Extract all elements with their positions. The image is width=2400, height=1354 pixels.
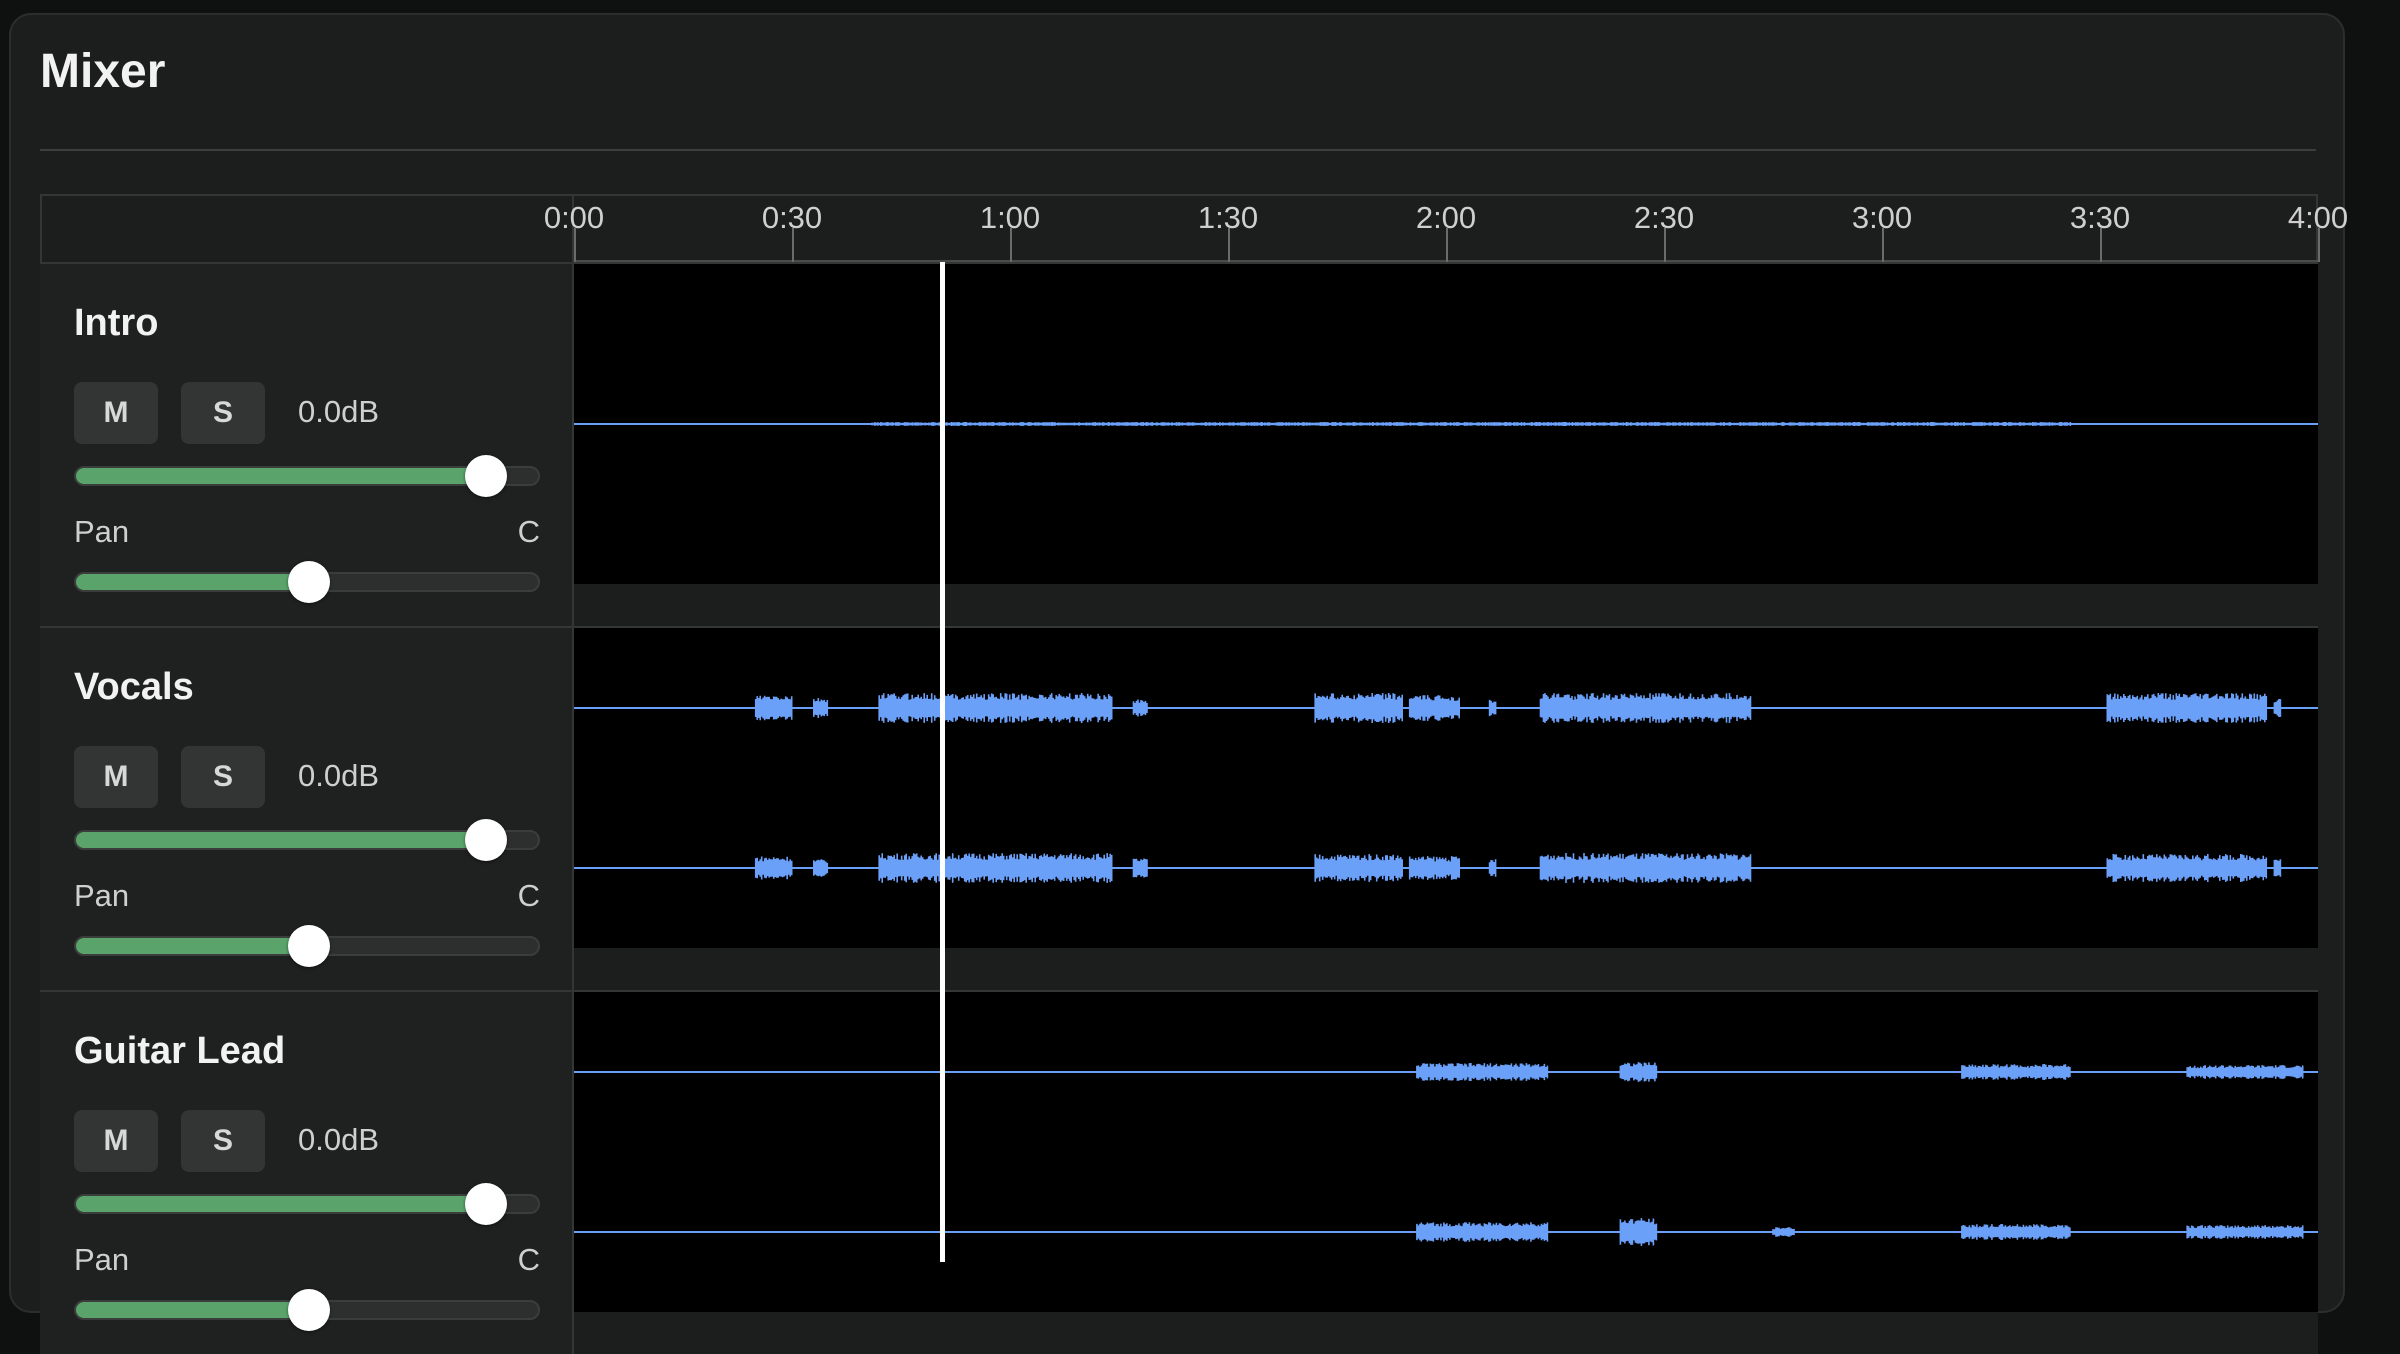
mute-button[interactable]: M (74, 1110, 158, 1172)
ruler-label: 4:00 (2287, 200, 2349, 235)
track-row: Vocals M S 0.0dB Pan C (40, 626, 2318, 990)
pan-slider[interactable] (74, 1289, 540, 1331)
waveform-region (754, 695, 793, 721)
ruler-label: 1:30 (1197, 200, 1259, 235)
ruler-label: 2:00 (1415, 200, 1477, 235)
pan-label: Pan (74, 878, 130, 913)
waveform-region (2186, 1225, 2304, 1239)
pan-value: C (517, 1242, 540, 1277)
waveform-region (2273, 859, 2282, 877)
waveform-region (1619, 1218, 1658, 1246)
volume-thumb[interactable] (465, 1183, 508, 1225)
pan-label: Pan (74, 1242, 130, 1277)
ruler-label: 3:30 (2069, 200, 2131, 235)
waveform-box[interactable] (574, 992, 2318, 1312)
waveform (574, 693, 2318, 883)
track-lane[interactable] (574, 992, 2318, 1354)
waveform-region (1619, 1062, 1658, 1082)
ruler-label: 2:30 (1633, 200, 1695, 235)
ruler-label: 0:00 (543, 200, 605, 235)
ruler-corner (40, 194, 574, 262)
waveform-region (1539, 853, 1752, 883)
timeline-ruler[interactable]: 0:00 0:30 1:00 1:30 2:00 2:30 3:00 3:30 4:00 (544, 194, 2348, 262)
solo-button[interactable]: S (181, 746, 265, 808)
waveform-region (1132, 858, 1148, 878)
track-lane[interactable] (574, 264, 2318, 626)
waveform-region (1961, 1224, 2071, 1240)
pan-label: Pan (74, 514, 130, 549)
pan-thumb[interactable] (288, 1289, 330, 1331)
waveform-region (1314, 854, 1403, 882)
volume-slider[interactable] (74, 1183, 540, 1225)
track-row: Guitar Lead M S 0.0dB Pan C (40, 990, 2318, 1354)
waveform-region (813, 698, 829, 718)
pan-fill (76, 574, 309, 590)
page-title: Mixer (40, 45, 166, 98)
mute-button[interactable]: M (74, 382, 158, 444)
waveform-region (813, 859, 829, 877)
track-name: Intro (74, 302, 159, 344)
volume-slider[interactable] (74, 455, 540, 497)
waveform-region (2186, 1065, 2304, 1079)
waveform-region (1132, 699, 1148, 717)
pan-thumb[interactable] (288, 925, 330, 967)
waveform-region (1539, 693, 1752, 723)
playhead[interactable] (940, 262, 945, 1262)
pan-value: C (517, 514, 540, 549)
track-controls: Guitar Lead M S 0.0dB Pan C (40, 992, 574, 1354)
waveform-box[interactable] (574, 264, 2318, 584)
waveform (574, 422, 2318, 426)
mute-button[interactable]: M (74, 746, 158, 808)
track-controls: Intro M S 0.0dB Pan C (40, 264, 574, 626)
volume-fill (76, 1196, 487, 1212)
ruler-label: 0:30 (761, 200, 823, 235)
waveform-region (1408, 695, 1460, 721)
waveform-region (1408, 856, 1460, 880)
waveform-region (2273, 699, 2282, 717)
track-controls: Vocals M S 0.0dB Pan C (40, 628, 574, 990)
divider (40, 149, 2316, 151)
ruler-label: 3:00 (1851, 200, 1913, 235)
waveform-box[interactable] (574, 628, 2318, 948)
waveform-region (1416, 1222, 1549, 1242)
volume-fill (76, 468, 487, 484)
track-row: Intro M S 0.0dB Pan C (40, 262, 2318, 626)
pan-fill (76, 938, 309, 954)
volume-thumb[interactable] (465, 819, 508, 861)
waveform-region (1961, 1064, 2071, 1080)
waveform-region (1488, 699, 1497, 717)
waveform-region (754, 856, 793, 880)
waveform-region (2106, 854, 2268, 882)
waveform-region (878, 693, 1113, 723)
solo-button[interactable]: S (181, 382, 265, 444)
gain-readout: 0.0dB (298, 758, 380, 793)
waveform (574, 1062, 2318, 1246)
waveform-region (1772, 1227, 1795, 1237)
volume-slider[interactable] (74, 819, 540, 861)
pan-slider[interactable] (74, 925, 540, 967)
track-name: Vocals (74, 666, 194, 708)
solo-button[interactable]: S (181, 1110, 265, 1172)
volume-fill (76, 832, 487, 848)
pan-fill (76, 1302, 309, 1318)
ruler-label: 1:00 (979, 200, 1041, 235)
track-lane[interactable] (574, 628, 2318, 990)
volume-thumb[interactable] (465, 455, 508, 497)
pan-value: C (517, 878, 540, 913)
waveform-region (1416, 1063, 1549, 1081)
gain-readout: 0.0dB (298, 394, 380, 429)
waveform-region (871, 422, 2072, 426)
waveform-region (1488, 859, 1497, 877)
gain-readout: 0.0dB (298, 1122, 380, 1157)
pan-slider[interactable] (74, 561, 540, 603)
waveform-region (2106, 693, 2268, 723)
waveform-region (878, 853, 1113, 883)
track-name: Guitar Lead (74, 1030, 286, 1072)
pan-thumb[interactable] (288, 561, 330, 603)
waveform-region (1314, 693, 1403, 723)
